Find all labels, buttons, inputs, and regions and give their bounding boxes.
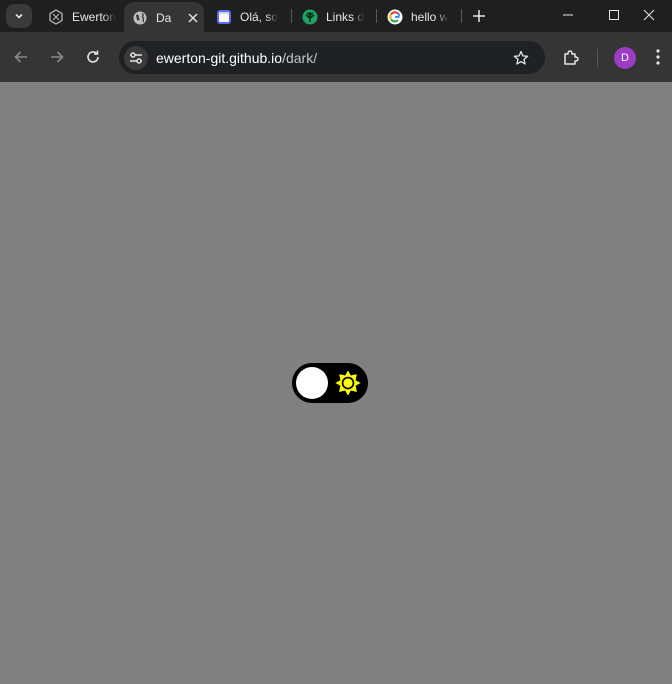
google-icon xyxy=(387,9,403,25)
reload-button[interactable] xyxy=(79,43,107,71)
bookmark-star-button[interactable] xyxy=(511,48,531,68)
plus-icon xyxy=(473,10,485,22)
star-icon xyxy=(513,50,529,65)
extensions-button[interactable] xyxy=(557,43,585,71)
tab-separator xyxy=(291,9,292,23)
browser-toolbar: ewerton-git.github.io/dark/ D xyxy=(0,32,672,82)
sun-icon xyxy=(333,368,363,398)
url-text[interactable]: ewerton-git.github.io/dark/ xyxy=(156,50,317,66)
site-info-button[interactable] xyxy=(124,46,148,70)
window-close-button[interactable] xyxy=(626,0,672,30)
tab-separator xyxy=(376,9,377,23)
globe-icon xyxy=(132,10,148,26)
url-path: /dark/ xyxy=(282,50,318,66)
logo-icon xyxy=(48,9,64,25)
address-bar[interactable]: ewerton-git.github.io/dark/ xyxy=(119,41,545,74)
tab-ewerton[interactable]: Ewerton xyxy=(40,2,120,32)
reload-icon xyxy=(87,50,99,63)
close-icon xyxy=(643,9,655,21)
tab-hello[interactable]: hello w xyxy=(379,2,459,32)
maximize-icon xyxy=(609,10,619,20)
more-vert-icon xyxy=(656,49,660,65)
chevron-down-icon xyxy=(15,13,23,19)
puzzle-icon xyxy=(564,50,579,65)
arrow-left-icon xyxy=(14,51,27,63)
tab-dark[interactable]: Da xyxy=(124,2,204,34)
tab-separator xyxy=(461,9,462,23)
calendar-icon xyxy=(216,9,232,25)
theme-toggle[interactable] xyxy=(292,363,368,403)
avatar[interactable]: D xyxy=(614,47,636,69)
toolbar-divider xyxy=(597,49,598,67)
tab-links[interactable]: Links d xyxy=(294,2,374,32)
tab-ola[interactable]: Olá, so xyxy=(208,2,288,32)
tab-title: Olá, so xyxy=(240,10,279,24)
url-host: ewerton-git.github.io xyxy=(156,50,283,66)
back-button[interactable] xyxy=(7,43,35,71)
tune-icon xyxy=(130,52,142,64)
minimize-icon xyxy=(563,14,573,16)
menu-button[interactable] xyxy=(646,43,670,71)
tab-strip: Ewerton Da Olá, so Links d hello w xyxy=(0,0,672,34)
minimize-button[interactable] xyxy=(545,0,591,30)
new-tab-button[interactable] xyxy=(468,5,490,27)
tab-title: Da xyxy=(156,11,172,25)
tab-title: Ewerton xyxy=(72,10,117,24)
tab-title: hello w xyxy=(411,10,449,24)
tab-search-button[interactable] xyxy=(6,4,32,28)
linktree-icon xyxy=(302,9,318,25)
close-icon[interactable] xyxy=(184,9,202,27)
tab-title: Links d xyxy=(326,10,365,24)
toggle-knob xyxy=(296,367,328,399)
forward-button[interactable] xyxy=(43,43,71,71)
arrow-right-icon xyxy=(51,51,64,63)
